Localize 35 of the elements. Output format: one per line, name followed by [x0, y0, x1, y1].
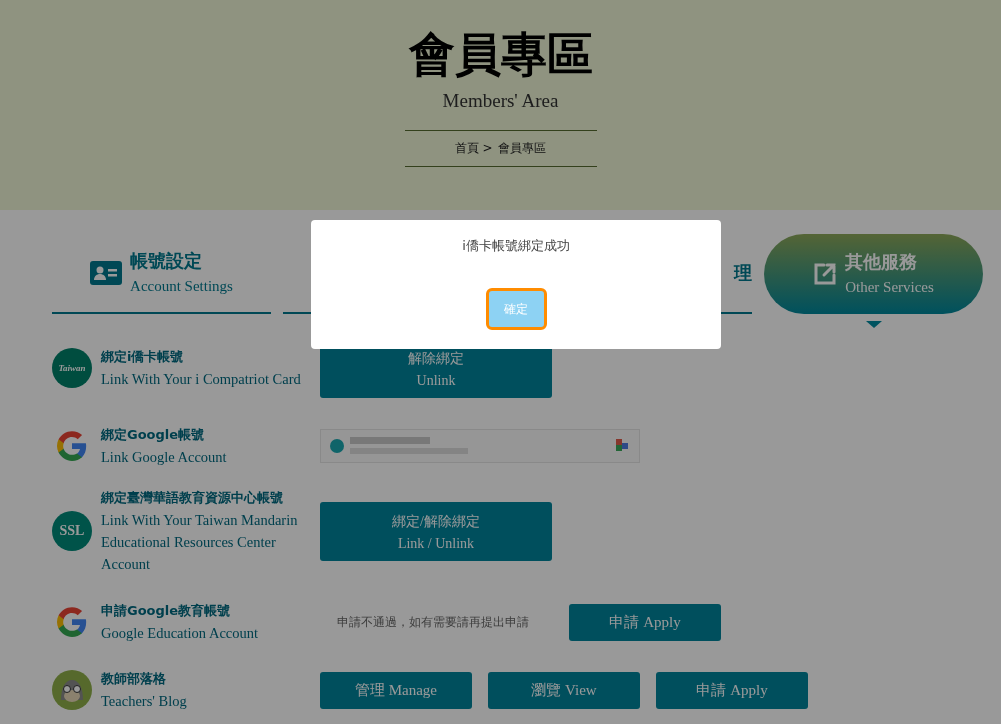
- tab-subtitle: Other Services: [845, 278, 934, 297]
- action-button[interactable]: 申請 Apply: [569, 603, 721, 641]
- service-title: 綁定臺灣華語教育資源中心帳號: [101, 489, 284, 507]
- tab[interactable]: 帳號設定 Account Settings: [52, 234, 271, 314]
- breadcrumb-link[interactable]: 首頁 >: [454, 140, 493, 157]
- service-title: 綁定i僑卡帳號: [101, 348, 185, 366]
- service-subtitle: Teachers' Blog: [101, 692, 188, 711]
- page-title: 會員專區: [408, 26, 593, 82]
- external-link-icon: [813, 262, 838, 286]
- tab-title: 理: [734, 261, 752, 285]
- action-button[interactable]: 綁定/解除綁定 Link / Unlink: [320, 501, 552, 561]
- service-title: 申請Google教育帳號: [101, 602, 232, 620]
- action-button[interactable]: 申請 Apply: [656, 671, 808, 709]
- tab-title: 帳號設定: [130, 249, 204, 273]
- service-subtitle: Link Google Account: [101, 448, 228, 467]
- google-logo-icon: [55, 605, 89, 639]
- service-subtitle: Link With Your i Compatriot Card: [101, 370, 302, 389]
- tab-title: 其他服務: [845, 250, 919, 274]
- service-subtitle: Google Education Account: [101, 624, 260, 643]
- service-title: 綁定Google帳號: [101, 426, 206, 444]
- ssl-logo: SSL: [52, 511, 92, 551]
- tab-pointer: [865, 321, 882, 328]
- service-subtitle: Link With Your Taiwan Mandarin Educational Resources Center Account: [101, 511, 299, 574]
- tab-subtitle: Account Settings: [130, 277, 233, 296]
- status-note: 申請不通過，如有需要請再提出申請: [337, 613, 529, 631]
- id-card-icon: [90, 261, 123, 285]
- action-button[interactable]: 瀏覽 View: [488, 671, 640, 709]
- breadcrumb-link[interactable]: 會員專區: [498, 140, 547, 157]
- google-logo-icon: [55, 429, 89, 463]
- owl-avatar-icon: [52, 670, 92, 710]
- taiwan-logo: Taiwan: [52, 348, 92, 388]
- service-title: 教師部落格: [101, 670, 167, 688]
- action-button[interactable]: 管理 Manage: [320, 671, 472, 709]
- dialog-message: i僑卡帳號綁定成功: [462, 237, 570, 255]
- page-subtitle: Members' Area: [442, 90, 559, 112]
